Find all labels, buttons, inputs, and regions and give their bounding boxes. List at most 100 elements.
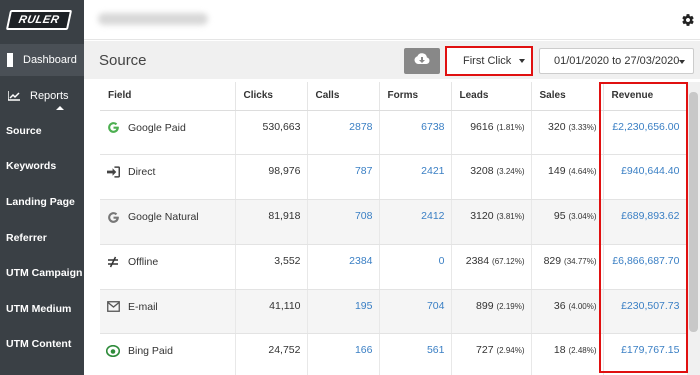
- sign-in-icon: [106, 165, 120, 179]
- column-header-forms[interactable]: Forms: [379, 82, 452, 111]
- calls-link[interactable]: 166: [307, 333, 380, 375]
- forms-link[interactable]: 2412: [379, 199, 452, 245]
- dropdown-arrow-icon: [519, 59, 525, 63]
- forms-link[interactable]: 2421: [379, 154, 452, 201]
- sidebar-subitem-keywords[interactable]: Keywords: [0, 152, 84, 180]
- forms-link[interactable]: 561: [379, 333, 452, 375]
- table-scrollbar[interactable]: [687, 82, 700, 375]
- table-row: Google Paid 530,663 2878 6738 9616 (1.81…: [100, 110, 686, 156]
- sales-cell: 95 (3.04%): [531, 199, 604, 245]
- date-range-picker[interactable]: 01/01/2020 to 27/03/2020: [539, 48, 694, 74]
- calls-link[interactable]: 787: [307, 154, 380, 201]
- attribution-model-value: First Click: [463, 55, 512, 67]
- table-row: Offline 3,552 2384 0 2384 (67.12%) 829 (…: [100, 244, 686, 290]
- forms-link[interactable]: 0: [379, 244, 452, 290]
- envelope-icon: [106, 300, 120, 314]
- column-header-field[interactable]: Field: [100, 82, 236, 111]
- dashboard-icon: [7, 53, 13, 67]
- sidebar-subitem-utm-medium[interactable]: UTM Medium: [0, 295, 84, 323]
- calls-link[interactable]: 2384: [307, 244, 380, 290]
- logo-area: RULER: [0, 0, 84, 40]
- cloud-download-icon: [414, 52, 430, 70]
- sales-value: 95: [553, 210, 566, 223]
- sales-value: 36: [553, 299, 566, 312]
- sales-value: 149: [548, 165, 566, 178]
- leads-cell: 727 (2.94%): [451, 333, 532, 375]
- clicks-cell: 98,976: [235, 154, 308, 201]
- sidebar-subitem-referrer[interactable]: Referrer: [0, 224, 84, 252]
- field-cell: Google Paid: [100, 110, 236, 156]
- revenue-link[interactable]: £6,866,687.70: [603, 244, 686, 290]
- scrollbar-thumb[interactable]: [689, 92, 698, 332]
- field-cell: Google Natural: [100, 199, 236, 245]
- sidebar-item-dashboard[interactable]: Dashboard: [0, 44, 84, 76]
- sidebar-subitem-utm-campaign[interactable]: UTM Campaign: [0, 259, 84, 287]
- table-header-row: Field Clicks Calls Forms Leads Sales Rev…: [100, 82, 686, 111]
- field-label: Google Natural: [128, 211, 199, 224]
- calls-link[interactable]: 2878: [307, 110, 380, 156]
- top-bar: [84, 0, 700, 40]
- leads-percent: (67.12%): [492, 256, 525, 266]
- column-header-sales[interactable]: Sales: [531, 82, 604, 111]
- revenue-link[interactable]: £689,893.62: [603, 199, 686, 245]
- leads-cell: 9616 (1.81%): [451, 110, 532, 156]
- calls-link[interactable]: 708: [307, 199, 380, 245]
- sidebar-subitem-utm-content[interactable]: UTM Content: [0, 330, 84, 358]
- calls-link[interactable]: 195: [307, 289, 380, 335]
- leads-value: 3208: [470, 165, 494, 178]
- sales-cell: 829 (34.77%): [531, 244, 604, 290]
- field-label: Bing Paid: [128, 345, 173, 358]
- column-header-leads[interactable]: Leads: [451, 82, 532, 111]
- download-button[interactable]: [404, 48, 440, 74]
- leads-cell: 3120 (3.81%): [451, 199, 532, 245]
- field-label: Offline: [128, 255, 159, 268]
- clicks-cell: 530,663: [235, 110, 308, 156]
- forms-link[interactable]: 6738: [379, 110, 452, 156]
- source-table: Field Clicks Calls Forms Leads Sales Rev…: [100, 82, 686, 375]
- sales-percent: (34.77%): [564, 256, 597, 266]
- leads-cell: 899 (2.19%): [451, 289, 532, 335]
- revenue-link[interactable]: £2,230,656.00: [603, 110, 686, 156]
- column-header-calls[interactable]: Calls: [307, 82, 380, 111]
- sales-percent: (4.00%): [568, 301, 597, 311]
- revenue-link[interactable]: £940,644.40: [603, 154, 686, 201]
- leads-value: 2384: [465, 254, 490, 267]
- revenue-link[interactable]: £230,507.73: [603, 289, 686, 335]
- field-label: E-mail: [128, 300, 158, 313]
- line-chart-icon: [8, 91, 20, 101]
- sales-cell: 36 (4.00%): [531, 289, 604, 335]
- attribution-model-select[interactable]: First Click: [445, 46, 533, 76]
- column-header-clicks[interactable]: Clicks: [235, 82, 308, 111]
- leads-value: 727: [476, 344, 494, 357]
- dropdown-arrow-icon: [679, 60, 685, 64]
- field-label: Direct: [128, 166, 156, 179]
- column-header-revenue[interactable]: Revenue: [603, 82, 686, 111]
- leads-percent: (3.24%): [496, 167, 525, 177]
- leads-percent: (2.19%): [496, 301, 525, 311]
- leads-cell: 3208 (3.24%): [451, 154, 532, 201]
- forms-link[interactable]: 704: [379, 289, 452, 335]
- source-table-container: Field Clicks Calls Forms Leads Sales Rev…: [100, 82, 686, 375]
- ruler-logo[interactable]: RULER: [5, 10, 73, 30]
- sidebar-subitem-source[interactable]: Source: [0, 117, 84, 145]
- clicks-cell: 3,552: [235, 244, 308, 290]
- page-title: Source: [99, 52, 147, 69]
- sales-percent: (4.64%): [568, 167, 597, 177]
- leads-value: 9616: [470, 120, 494, 133]
- clicks-cell: 81,918: [235, 199, 308, 245]
- table-row: Direct 98,976 787 2421 3208 (3.24%) 149 …: [100, 154, 686, 201]
- gear-icon[interactable]: [680, 12, 696, 28]
- date-range-value: 01/01/2020 to 27/03/2020: [554, 55, 680, 67]
- sidebar-item-reports[interactable]: Reports: [0, 82, 84, 110]
- leads-cell: 2384 (67.12%): [451, 244, 532, 290]
- sidebar-item-label: Reports: [30, 90, 69, 102]
- sales-cell: 18 (2.48%): [531, 333, 604, 375]
- sidebar-subitem-landing-page[interactable]: Landing Page: [0, 188, 84, 216]
- not-equal-icon: [106, 255, 120, 269]
- sales-value: 320: [548, 120, 566, 133]
- revenue-link[interactable]: £179,767.15: [603, 333, 686, 375]
- sidebar: RULER Dashboard Reports Source Keywords …: [0, 0, 84, 375]
- clicks-cell: 24,752: [235, 333, 308, 375]
- sidebar-item-label: Dashboard: [23, 54, 77, 66]
- sales-cell: 149 (4.64%): [531, 154, 604, 201]
